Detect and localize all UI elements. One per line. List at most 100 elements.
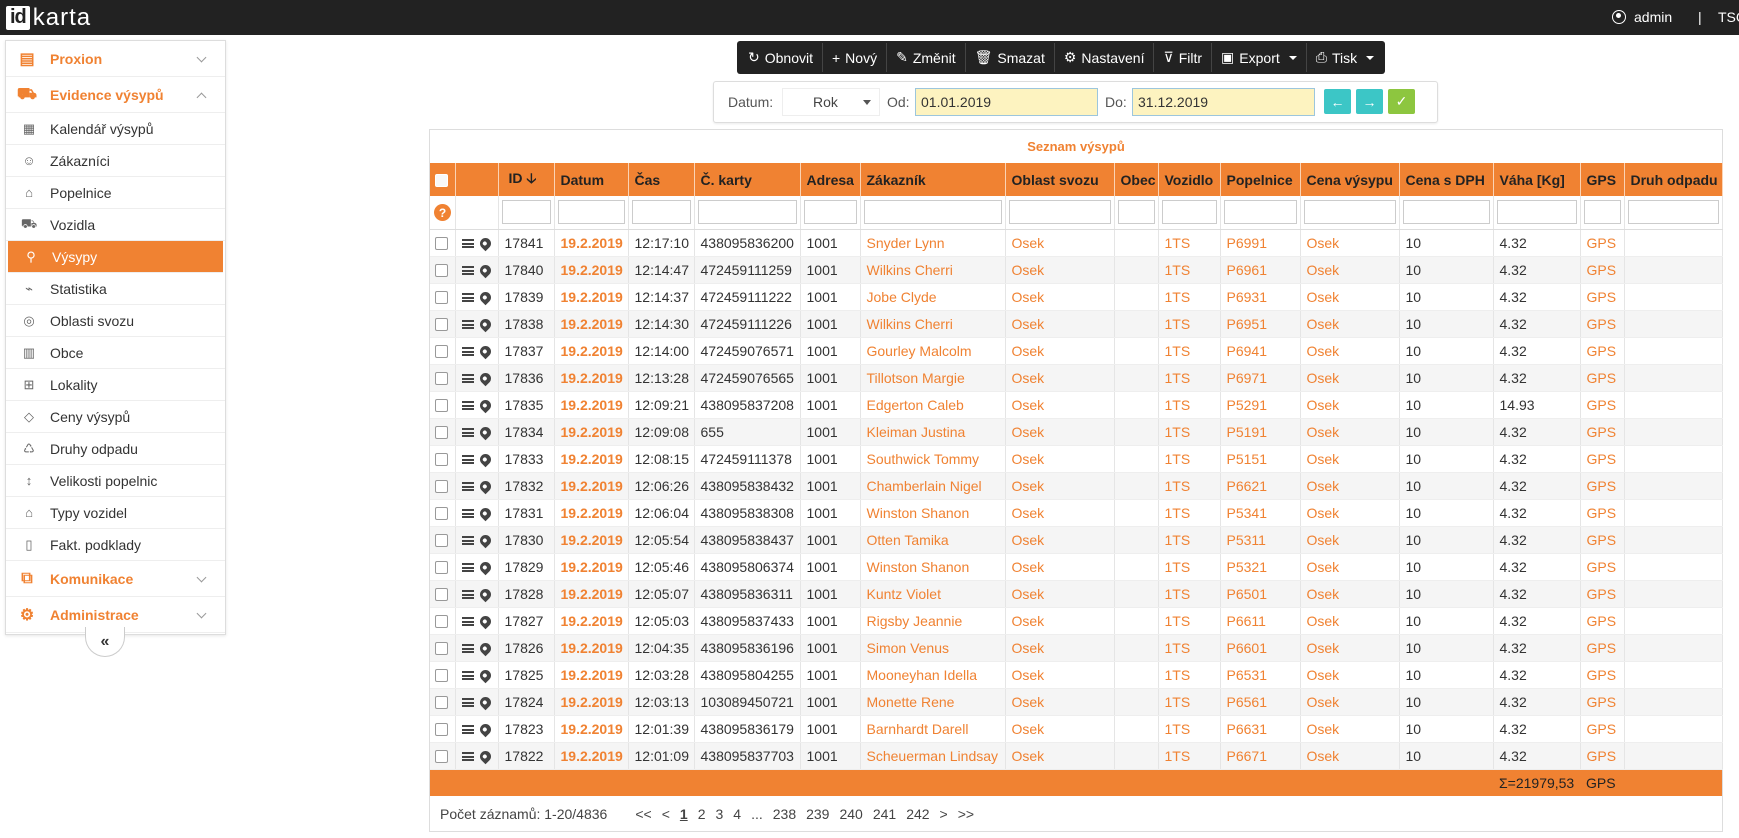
table-row[interactable]: 17837 19.2.2019 12:14:00 472459076571 1001 Go… [430, 337, 1723, 365]
toolbar-button-4[interactable]: ⚙ Nastavení [1055, 43, 1155, 72]
row-checkbox[interactable] [435, 615, 448, 629]
cell-cena-v-sypu[interactable]: Osek [1300, 418, 1400, 446]
cell-oblast-svozu[interactable]: Osek [1005, 337, 1115, 365]
table-row[interactable]: 17839 19.2.2019 12:14:37 472459111222 1001 Jo… [430, 283, 1723, 311]
cell-vozidlo[interactable]: 1TS [1158, 418, 1221, 446]
toolbar-button-3[interactable]: 🗑 Smazat [966, 43, 1055, 72]
column-header-12[interactable]: Váha [Kg] [1493, 163, 1581, 196]
sidebar-group-1[interactable]: ⛟ Evidence výsypů [6, 77, 225, 113]
table-row[interactable]: 17822 19.2.2019 12:01:09 438095837703 1001 Sc… [430, 742, 1723, 770]
cell-datum[interactable]: 19.2.2019 [554, 445, 629, 473]
row-checkbox[interactable] [435, 264, 448, 278]
column-header-10[interactable]: Cena výsypu [1300, 163, 1400, 196]
row-checkbox[interactable] [435, 534, 448, 548]
column-header-9[interactable]: Popelnice [1220, 163, 1301, 196]
map-pin-icon[interactable] [477, 560, 493, 576]
map-pin-icon[interactable] [477, 533, 493, 549]
row-menu-icon[interactable] [461, 563, 474, 573]
cell-popelnice[interactable]: P6611 [1220, 607, 1301, 635]
cell-vozidlo[interactable]: 1TS [1158, 283, 1221, 311]
pager-link[interactable]: 238 [773, 806, 796, 822]
row-checkbox[interactable] [435, 318, 448, 332]
cell-z-kazn-k[interactable]: Kuntz Violet [860, 580, 1006, 608]
sidebar-item-6[interactable]: ◎ Oblasti svozu [6, 305, 225, 337]
cell-oblast-svozu[interactable]: Osek [1005, 499, 1115, 527]
column-header-5[interactable]: Zákazník [860, 163, 1006, 196]
pager-link[interactable]: 2 [698, 806, 706, 822]
column-filter-input-5[interactable] [863, 200, 1002, 225]
sidebar-collapse-button[interactable]: « [85, 627, 125, 657]
pager-link[interactable]: < [662, 806, 670, 822]
cell-oblast-svozu[interactable]: Osek [1005, 580, 1115, 608]
row-checkbox[interactable] [435, 453, 448, 467]
cell-z-kazn-k[interactable]: Tillotson Margie [860, 364, 1006, 392]
row-menu-icon[interactable] [461, 293, 474, 303]
sidebar-group-2[interactable]: ⧉ Komunikace [6, 561, 225, 597]
map-pin-icon[interactable] [477, 668, 493, 684]
cell-oblast-svozu[interactable]: Osek [1005, 310, 1115, 338]
pager-link[interactable]: 1 [680, 806, 688, 822]
logo[interactable]: id karta [6, 6, 91, 30]
cell-oblast-svozu[interactable]: Osek [1005, 445, 1115, 473]
row-checkbox[interactable] [435, 507, 448, 521]
cell-cena-v-sypu[interactable]: Osek [1300, 499, 1400, 527]
cell-cena-v-sypu[interactable]: Osek [1300, 715, 1400, 743]
cell-gps[interactable]: GPS [1580, 337, 1625, 365]
cell-popelnice[interactable]: P6601 [1220, 634, 1301, 662]
cell-datum[interactable]: 19.2.2019 [554, 418, 629, 446]
table-row[interactable]: 17829 19.2.2019 12:05:46 438095806374 1001 Wi… [430, 553, 1723, 581]
cell-gps[interactable]: GPS [1580, 310, 1625, 338]
row-checkbox[interactable] [435, 669, 448, 683]
pager-link[interactable]: > [940, 806, 948, 822]
row-menu-icon[interactable] [461, 671, 474, 681]
column-filter-input-4[interactable] [803, 200, 857, 225]
sidebar-item-4[interactable]: ⚲ Výsypy [8, 241, 223, 273]
cell-datum[interactable]: 19.2.2019 [554, 607, 629, 635]
cell-cena-v-sypu[interactable]: Osek [1300, 364, 1400, 392]
cell-gps[interactable]: GPS [1580, 526, 1625, 554]
cell-gps[interactable]: GPS [1580, 256, 1625, 284]
pager-link[interactable]: 241 [873, 806, 896, 822]
cell-datum[interactable]: 19.2.2019 [554, 553, 629, 581]
table-row[interactable]: 17825 19.2.2019 12:03:28 438095804255 1001 Mo… [430, 661, 1723, 689]
cell-oblast-svozu[interactable]: Osek [1005, 661, 1115, 689]
help-icon[interactable]: ? [434, 204, 451, 221]
toolbar-button-2[interactable]: ✎ Změnit [887, 43, 966, 72]
map-pin-icon[interactable] [477, 587, 493, 603]
cell-gps[interactable]: GPS [1580, 499, 1625, 527]
pager-link[interactable]: 3 [715, 806, 723, 822]
column-header-1[interactable]: Datum [554, 163, 629, 196]
cell-cena-v-sypu[interactable]: Osek [1300, 337, 1400, 365]
table-row[interactable]: 17840 19.2.2019 12:14:47 472459111259 1001 Wi… [430, 256, 1723, 284]
row-menu-icon[interactable] [461, 752, 474, 762]
cell-z-kazn-k[interactable]: Southwick Tommy [860, 445, 1006, 473]
od-date-input[interactable]: 01.01.2019 [915, 88, 1098, 116]
column-filter-input-11[interactable] [1402, 200, 1490, 225]
column-filter-input-12[interactable] [1496, 200, 1577, 225]
cell-vozidlo[interactable]: 1TS [1158, 229, 1221, 257]
column-filter-input-13[interactable] [1583, 200, 1621, 225]
select-all-header[interactable] [430, 163, 456, 196]
cell-gps[interactable]: GPS [1580, 742, 1625, 770]
cell-vozidlo[interactable]: 1TS [1158, 661, 1221, 689]
cell-popelnice[interactable]: P6971 [1220, 364, 1301, 392]
row-checkbox[interactable] [435, 345, 448, 359]
cell-popelnice[interactable]: P6931 [1220, 283, 1301, 311]
row-menu-icon[interactable] [461, 428, 474, 438]
cell-vozidlo[interactable]: 1TS [1158, 688, 1221, 716]
column-filter-input-3[interactable] [697, 200, 797, 225]
row-checkbox[interactable] [435, 588, 448, 602]
tenant-name[interactable]: TSC [1718, 9, 1739, 25]
cell-datum[interactable]: 19.2.2019 [554, 472, 629, 500]
sidebar-item-0[interactable]: ▦ Kalendář výsypů [6, 113, 225, 145]
cell-datum[interactable]: 19.2.2019 [554, 499, 629, 527]
sidebar-item-10[interactable]: ♺ Druhy odpadu [6, 433, 225, 465]
prev-period-button[interactable]: ← [1324, 89, 1351, 114]
cell-z-kazn-k[interactable]: Kleiman Justina [860, 418, 1006, 446]
cell-oblast-svozu[interactable]: Osek [1005, 364, 1115, 392]
cell-cena-v-sypu[interactable]: Osek [1300, 229, 1400, 257]
cell-z-kazn-k[interactable]: Gourley Malcolm [860, 337, 1006, 365]
cell-cena-v-sypu[interactable]: Osek [1300, 742, 1400, 770]
column-filter-input-8[interactable] [1161, 200, 1217, 225]
cell-datum[interactable]: 19.2.2019 [554, 742, 629, 770]
